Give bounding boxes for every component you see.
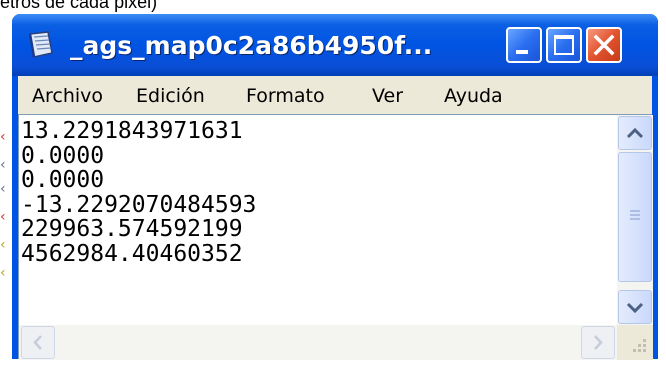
text-line: 0.0000	[21, 142, 105, 169]
chevron-down-icon	[626, 302, 644, 314]
chevron-right-icon	[594, 335, 603, 350]
chevron-left-icon	[33, 335, 42, 350]
maximize-button[interactable]	[546, 27, 582, 63]
window-title: _ags_map0c2a86b4950f...	[70, 31, 433, 60]
scroll-right-button[interactable]	[581, 326, 615, 359]
scroll-left-button[interactable]	[21, 326, 55, 359]
scroll-down-button[interactable]	[618, 290, 652, 324]
title-bar[interactable]: _ags_map0c2a86b4950f...	[12, 14, 658, 76]
close-icon	[593, 34, 615, 56]
menu-ayuda[interactable]: Ayuda	[444, 84, 503, 108]
text-line: 229963.574592199	[21, 216, 243, 242]
menu-archivo[interactable]: Archivo	[32, 84, 103, 108]
close-button[interactable]	[586, 27, 622, 63]
background-caption: etros de cada pixel)	[0, 0, 158, 12]
menu-formato[interactable]: Formato	[246, 84, 325, 108]
scroll-thumb[interactable]	[618, 152, 652, 282]
maximize-icon	[554, 35, 574, 55]
text-line: 4562984.40460352	[21, 240, 243, 267]
text-editor[interactable]: 13.2291843971631 0.0000 0.0000 -13.22920…	[19, 119, 613, 319]
notepad-window: _ags_map0c2a86b4950f... Archivo Edición …	[12, 14, 658, 360]
minimize-icon	[516, 50, 528, 54]
editor-area: 13.2291843971631 0.0000 0.0000 -13.22920…	[18, 114, 653, 360]
text-line: -13.2292070484593	[21, 191, 257, 218]
menu-edicion[interactable]: Edición	[136, 84, 205, 108]
notepad-icon	[28, 31, 53, 58]
minimize-button[interactable]	[506, 27, 542, 63]
resize-grip-icon	[633, 339, 646, 352]
menu-ver[interactable]: Ver	[372, 84, 403, 108]
scroll-up-button[interactable]	[618, 116, 652, 150]
chevron-up-icon	[626, 127, 644, 139]
menu-bar: Archivo Edición Formato Ver Ayuda	[18, 76, 652, 115]
resize-grip[interactable]	[617, 325, 653, 360]
horizontal-scrollbar[interactable]	[19, 325, 617, 360]
grip-lines-icon	[630, 210, 640, 220]
text-line: 0.0000	[21, 167, 105, 193]
vertical-scrollbar[interactable]	[617, 115, 653, 325]
text-line: 13.2291843971631	[21, 118, 243, 144]
